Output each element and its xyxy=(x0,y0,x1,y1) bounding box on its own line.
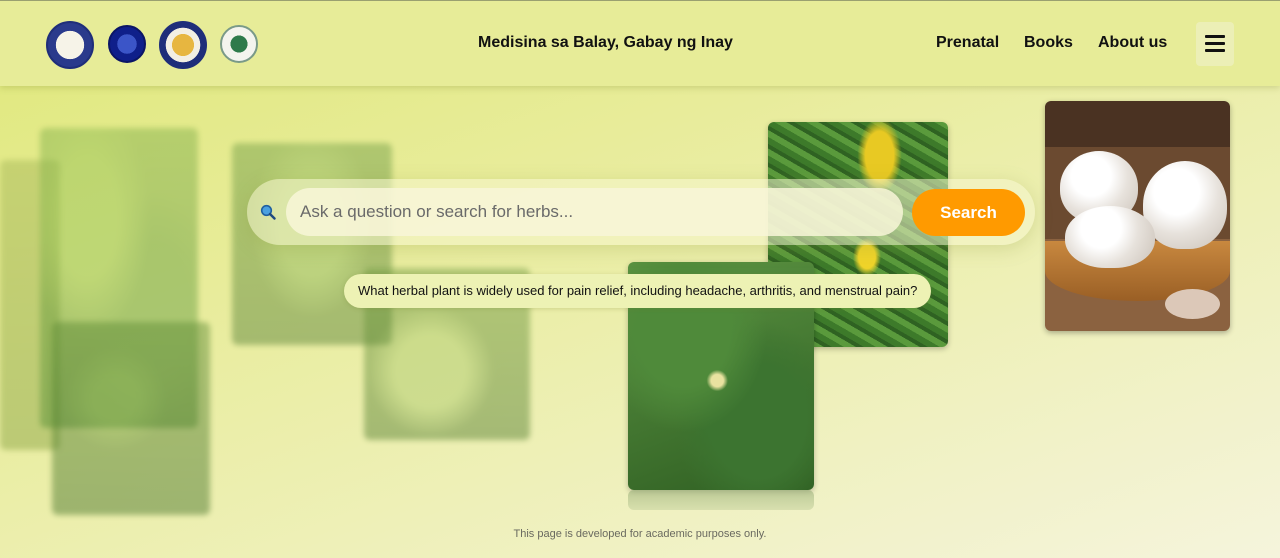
hamburger-line xyxy=(1205,49,1225,52)
garlic-bulb xyxy=(1065,206,1155,268)
garlic-image xyxy=(1045,101,1230,331)
garlic-bulb xyxy=(1143,161,1227,249)
nursing-college-logo[interactable] xyxy=(159,21,207,69)
nav-about-us[interactable]: About us xyxy=(1098,34,1167,52)
hamburger-menu-button[interactable] xyxy=(1196,22,1234,66)
search-icon[interactable] xyxy=(260,204,276,220)
hamburger-line xyxy=(1205,42,1225,45)
garlic-clove xyxy=(1165,289,1220,319)
department-logo[interactable] xyxy=(108,25,146,63)
college-seal-logo[interactable] xyxy=(46,21,94,69)
suggested-question-chip[interactable]: What herbal plant is widely used for pai… xyxy=(344,274,932,308)
search-bar: Search xyxy=(247,179,1035,245)
nav-books[interactable]: Books xyxy=(1024,34,1073,52)
search-button[interactable]: Search xyxy=(912,189,1025,236)
hamburger-line xyxy=(1205,35,1225,38)
organization-logo[interactable] xyxy=(220,25,258,63)
site-title: Medisina sa Balay, Gabay ng Inay xyxy=(478,34,733,51)
top-navbar: Medisina sa Balay, Gabay ng Inay Prenata… xyxy=(0,0,1280,86)
herb-image-reflection xyxy=(628,490,814,510)
search-input[interactable] xyxy=(286,188,903,236)
nav-prenatal[interactable]: Prenatal xyxy=(936,34,999,52)
academic-disclaimer: This page is developed for academic purp… xyxy=(513,528,767,540)
herb-image-blurred xyxy=(52,322,210,515)
